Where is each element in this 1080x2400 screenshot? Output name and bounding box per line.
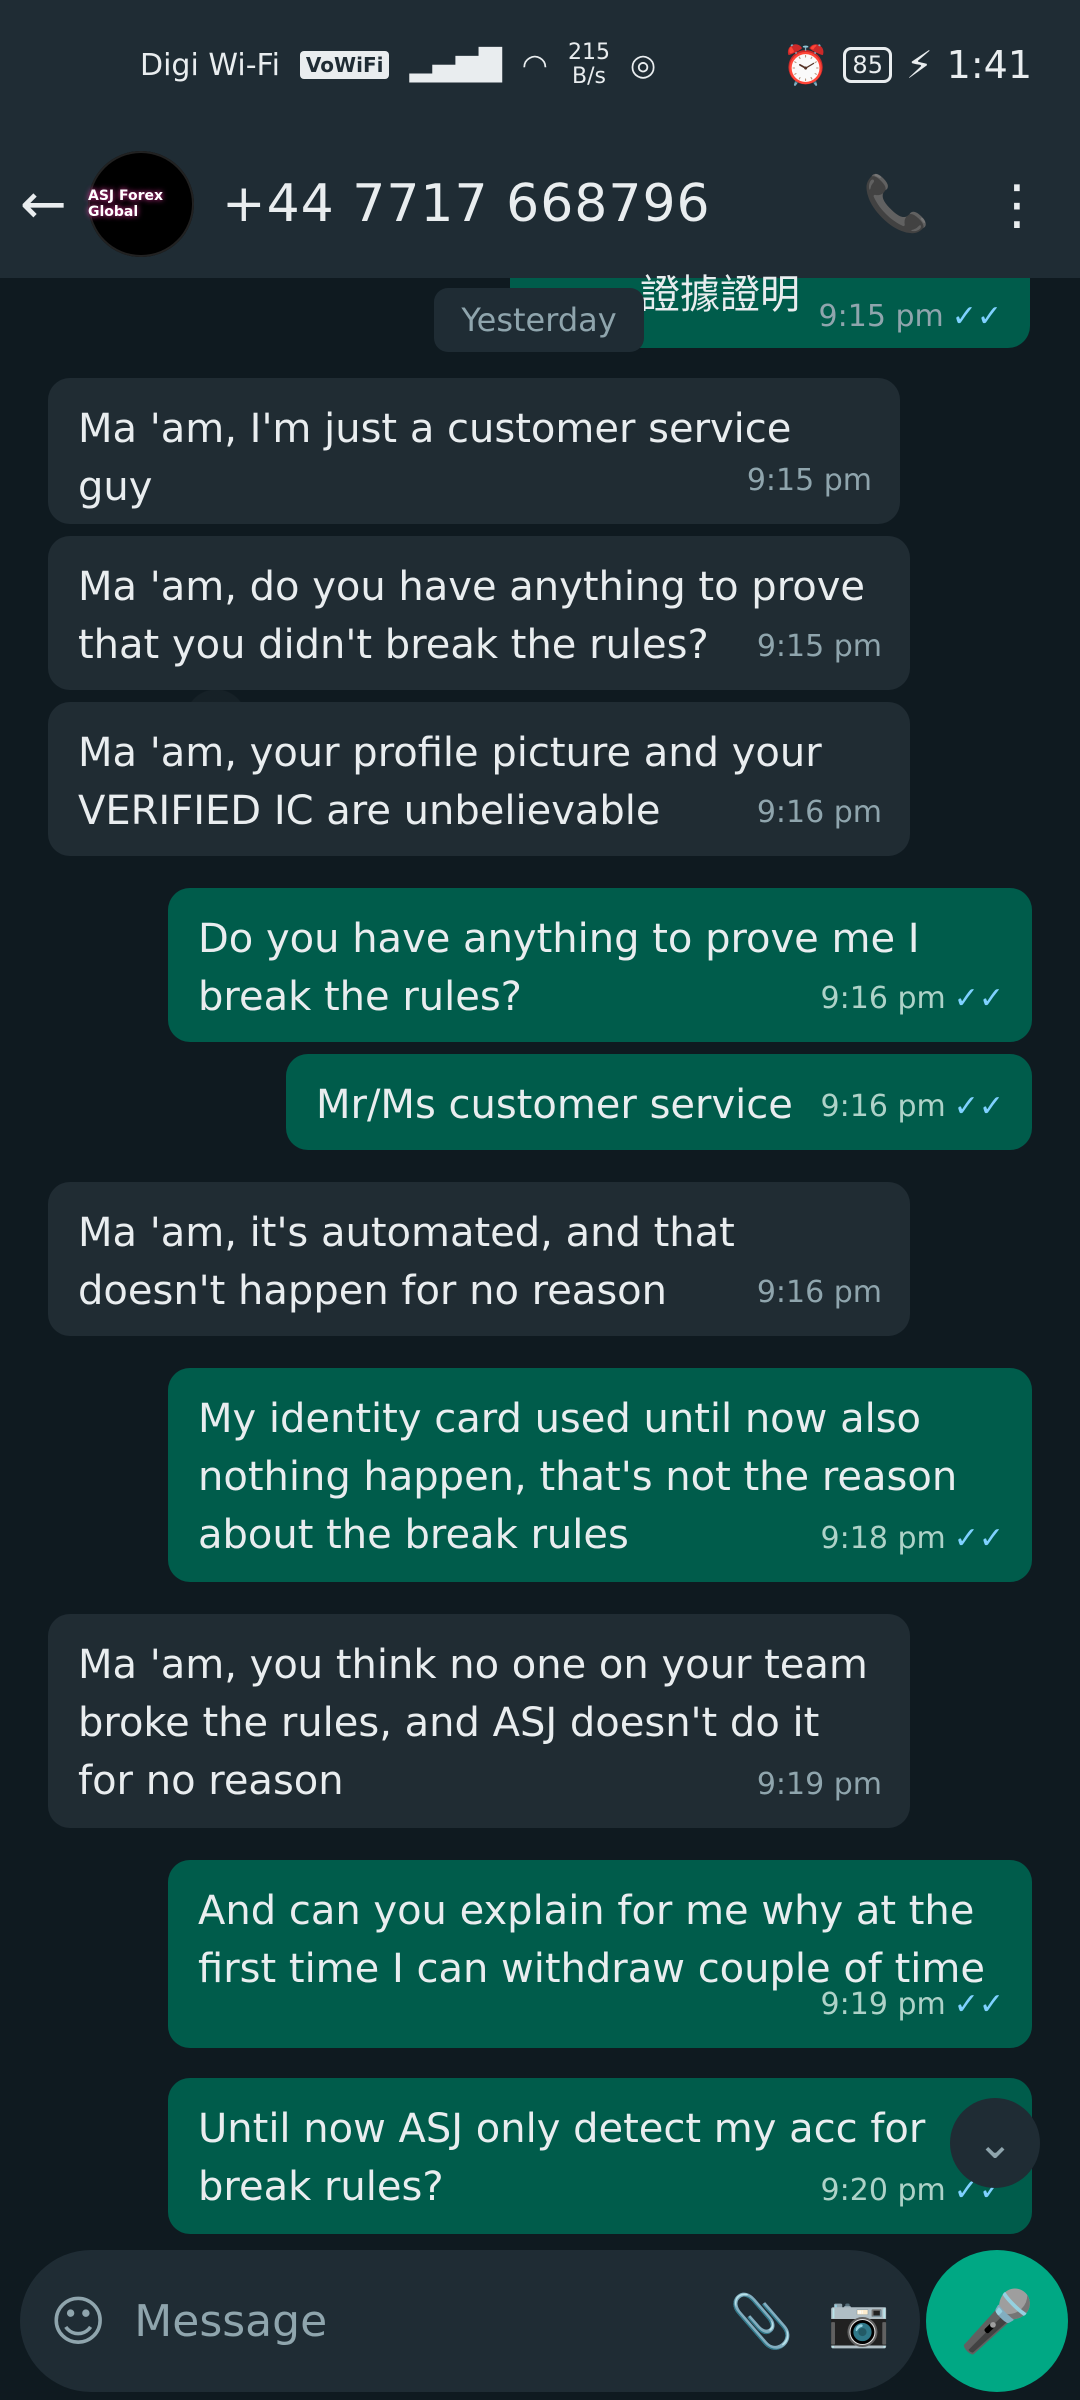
scroll-to-bottom-button[interactable]: ⌄ [950,2098,1040,2188]
signal-icon: ▂▄▆█ [409,47,502,83]
message-input[interactable] [132,2294,695,2348]
read-ticks-icon: ✓✓ [951,299,1002,334]
back-arrow-icon[interactable]: ← [20,172,88,237]
read-ticks-icon: ✓✓ [953,1089,1004,1124]
message-bubble-outgoing[interactable]: My identity card used until now also not… [168,1368,1032,1582]
message-text: Ma 'am, do you have anything to prove th… [78,564,866,668]
avatar-logo-text: ASJ Forex Global [88,188,164,220]
message-bubble-incoming[interactable]: Ma 'am, it's automated, and that doesn't… [48,1182,910,1336]
message-time: 9:15 pm [746,463,872,498]
message-bubble-incoming[interactable]: Ma 'am, your profile picture and your VE… [48,702,910,856]
message-time: 9:16 pm [756,1275,882,1310]
message-time: 9:18 pm ✓✓ [820,1521,1004,1556]
message-bubble-outgoing[interactable]: And can you explain for me why at the fi… [168,1860,1032,2048]
message-time: 9:19 pm ✓✓ [820,1987,1004,2022]
instagram-icon: ◎ [629,47,657,83]
message-bubble-outgoing[interactable]: Do you have anything to prove me I break… [168,888,1032,1042]
carrier-label: Digi Wi-Fi [140,47,280,83]
message-list: 證據證明 9:15 pm ✓✓ Yesterday Ma 'am, I'm jus… [0,272,1080,2238]
message-time: 9:16 pm [756,795,882,830]
message-bubble-outgoing[interactable]: Until now ASJ only detect my acc for bre… [168,2078,1032,2234]
chevron-double-down-icon: ⌄ [976,2117,1014,2169]
network-speed: 215 B/s [567,40,610,89]
message-time: 9:15 pm ✓✓ [818,299,1002,334]
message-time: 9:16 pm ✓✓ [820,981,1004,1016]
read-ticks-icon: ✓✓ [953,1521,1004,1556]
microphone-icon: 🎤 [959,2286,1035,2357]
message-text: Until now ASJ only detect my acc for bre… [198,2106,926,2210]
add-call-icon[interactable]: 📞 [863,172,930,236]
camera-icon[interactable]: 📷 [828,2292,890,2351]
message-bubble-incoming[interactable]: Ma 'am, I'm just a customer service guy … [48,378,900,524]
message-text: Do you have anything to prove me I break… [198,916,920,1020]
read-ticks-icon: ✓✓ [953,1987,1004,2022]
clock: 1:41 [946,43,1032,87]
wifi-icon: ◠ [521,47,548,83]
message-composer: ☺ 📎 📷 [20,2250,920,2392]
charging-icon: ⚡ [905,43,933,87]
date-separator: Yesterday [434,288,644,352]
chat-header: ← ASJ Forex Global +44 7717 668796 📞 ⋮ [0,130,1080,278]
message-text: Ma 'am, you think no one on your team br… [78,1642,868,1804]
attach-icon[interactable]: 📎 [729,2291,794,2352]
message-bubble-incoming[interactable]: Ma 'am, you think no one on your team br… [48,1614,910,1828]
message-time: 9:15 pm [756,629,882,664]
more-options-icon[interactable]: ⋮ [990,173,1044,236]
message-text: Ma 'am, I'm just a customer service guy [78,406,792,510]
message-time: 9:16 pm ✓✓ [820,1089,1004,1124]
message-bubble-outgoing[interactable]: Mr/Ms customer service 9:16 pm ✓✓ [286,1054,1032,1150]
message-bubble-incoming[interactable]: Ma 'am, do you have anything to prove th… [48,536,910,690]
contact-name[interactable]: +44 7717 668796 [222,174,863,234]
status-bar: Digi Wi-Fi VoWiFi ▂▄▆█ ◠ 215 B/s ◎ ⏰ 85 … [0,0,1080,130]
vowifi-badge: VoWiFi [299,51,390,79]
message-time: 9:19 pm [756,1767,882,1802]
message-text: Ma 'am, your profile picture and your VE… [78,730,822,834]
read-ticks-icon: ✓✓ [953,981,1004,1016]
message-text: 證據證明 [640,272,800,318]
contact-avatar[interactable]: ASJ Forex Global [88,151,194,257]
alarm-icon: ⏰ [782,42,830,87]
emoji-icon[interactable]: ☺ [50,2290,106,2353]
message-text: Mr/Ms customer service [316,1082,793,1128]
voice-message-button[interactable]: 🎤 [926,2250,1068,2392]
message-text: Ma 'am, it's automated, and that doesn't… [78,1210,735,1314]
battery-level: 85 [843,47,892,83]
